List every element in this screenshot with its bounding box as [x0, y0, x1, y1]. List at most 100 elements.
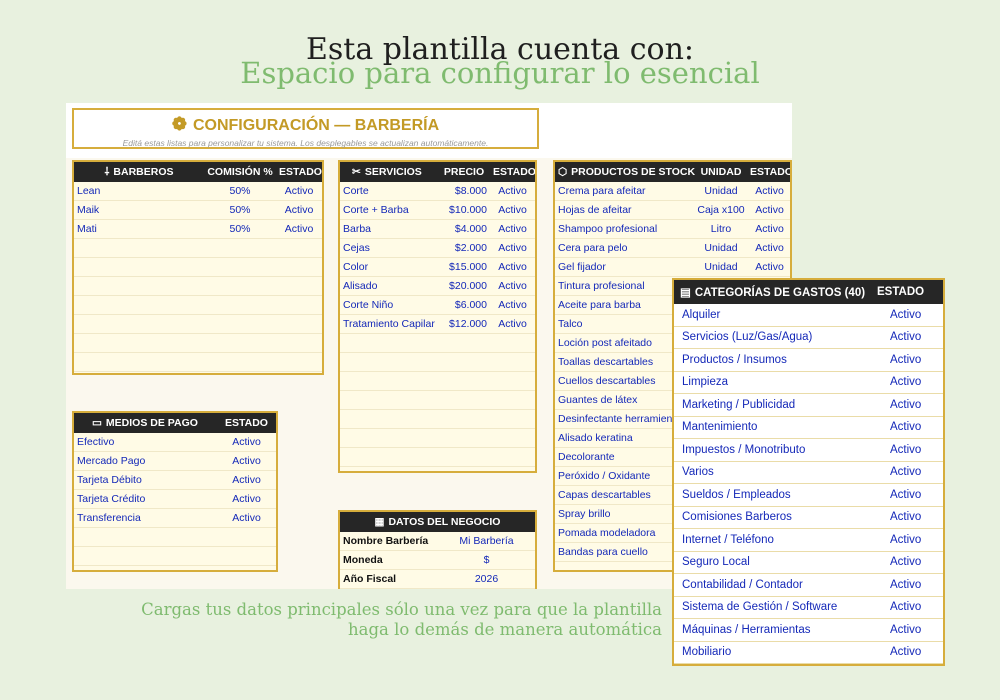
estado-cell[interactable]: Activo	[880, 646, 943, 658]
table-row[interactable]: Corte + Barba $10.000 Activo	[340, 201, 535, 220]
table-row[interactable]: Seguro Local Activo	[674, 552, 943, 574]
dato-value-cell[interactable]: Mi Barbería	[438, 535, 535, 547]
estado-cell[interactable]: Activo	[490, 223, 535, 235]
medio-pago-cell[interactable]: Efectivo	[74, 436, 219, 448]
estado-cell[interactable]: Activo	[219, 474, 274, 486]
producto-name-cell[interactable]: Hojas de afeitar	[555, 204, 693, 216]
producto-name-cell[interactable]: Crema para afeitar	[555, 185, 693, 197]
gasto-category-cell[interactable]: Máquinas / Herramientas	[674, 624, 880, 636]
table-row[interactable]: Shampoo profesional Litro Activo	[555, 220, 790, 239]
table-row[interactable]: Alisado $20.000 Activo	[340, 277, 535, 296]
estado-cell[interactable]: Activo	[749, 204, 790, 216]
gasto-category-cell[interactable]: Impuestos / Monotributo	[674, 444, 880, 456]
dato-value-cell[interactable]: $	[438, 554, 535, 566]
estado-cell[interactable]: Activo	[880, 421, 943, 433]
estado-cell[interactable]: Activo	[880, 556, 943, 568]
table-row[interactable]: Moneda $	[340, 551, 535, 570]
estado-cell[interactable]: Activo	[880, 444, 943, 456]
estado-cell[interactable]: Activo	[880, 331, 943, 343]
gasto-category-cell[interactable]: Productos / Insumos	[674, 354, 880, 366]
table-row[interactable]: Año Fiscal 2026	[340, 570, 535, 589]
table-row[interactable]	[74, 239, 322, 258]
gasto-category-cell[interactable]: Sistema de Gestión / Software	[674, 601, 880, 613]
table-row[interactable]: Mercado Pago Activo	[74, 452, 276, 471]
table-row[interactable]: Mobiliario Activo	[674, 642, 943, 664]
estado-cell[interactable]: Activo	[749, 223, 790, 235]
dato-label-cell[interactable]: Año Fiscal	[340, 573, 438, 585]
estado-cell[interactable]: Activo	[276, 185, 322, 197]
table-row[interactable]: Lean 50% Activo	[74, 182, 322, 201]
estado-cell[interactable]: Activo	[880, 624, 943, 636]
table-row[interactable]: Cera para pelo Unidad Activo	[555, 239, 790, 258]
table-row[interactable]: Hojas de afeitar Caja x100 Activo	[555, 201, 790, 220]
dato-label-cell[interactable]: Nombre Barbería	[340, 535, 438, 547]
estado-cell[interactable]: Activo	[880, 579, 943, 591]
estado-cell[interactable]: Activo	[880, 309, 943, 321]
table-row[interactable]: Máquinas / Herramientas Activo	[674, 619, 943, 642]
gasto-category-cell[interactable]: Limpieza	[674, 376, 880, 388]
estado-cell[interactable]: Activo	[880, 399, 943, 411]
table-row[interactable]: Crema para afeitar Unidad Activo	[555, 182, 790, 201]
gasto-category-cell[interactable]: Seguro Local	[674, 556, 880, 568]
estado-cell[interactable]: Activo	[219, 512, 274, 524]
unidad-cell[interactable]: Caja x100	[693, 204, 749, 216]
table-row[interactable]: Comisiones Barberos Activo	[674, 507, 943, 529]
precio-cell[interactable]: $6.000	[440, 299, 490, 311]
table-row[interactable]	[340, 391, 535, 410]
estado-cell[interactable]: Activo	[749, 261, 790, 273]
estado-cell[interactable]: Activo	[490, 204, 535, 216]
gasto-category-cell[interactable]: Alquiler	[674, 309, 880, 321]
gasto-category-cell[interactable]: Comisiones Barberos	[674, 511, 880, 523]
estado-cell[interactable]: Activo	[276, 223, 322, 235]
servicio-name-cell[interactable]: Corte	[340, 185, 440, 197]
medio-pago-cell[interactable]: Tarjeta Débito	[74, 474, 219, 486]
table-row[interactable]: Servicios (Luz/Gas/Agua) Activo	[674, 327, 943, 349]
estado-cell[interactable]: Activo	[219, 436, 274, 448]
table-row[interactable]	[74, 258, 322, 277]
barbero-name-cell[interactable]: Lean	[74, 185, 204, 197]
precio-cell[interactable]: $2.000	[440, 242, 490, 254]
estado-cell[interactable]: Activo	[880, 489, 943, 501]
precio-cell[interactable]: $4.000	[440, 223, 490, 235]
gasto-category-cell[interactable]: Marketing / Publicidad	[674, 399, 880, 411]
table-row[interactable]: Barba $4.000 Activo	[340, 220, 535, 239]
estado-cell[interactable]: Activo	[880, 511, 943, 523]
table-row[interactable]	[74, 315, 322, 334]
barbero-name-cell[interactable]: Maik	[74, 204, 204, 216]
table-row[interactable]	[340, 334, 535, 353]
producto-name-cell[interactable]: Shampoo profesional	[555, 223, 693, 235]
table-row[interactable]: Tarjeta Crédito Activo	[74, 490, 276, 509]
producto-name-cell[interactable]: Cera para pelo	[555, 242, 693, 254]
table-row[interactable]: Nombre Barbería Mi Barbería	[340, 532, 535, 551]
dato-label-cell[interactable]: Moneda	[340, 554, 438, 566]
table-row[interactable]: Corte Niño $6.000 Activo	[340, 296, 535, 315]
table-row[interactable]: Tarjeta Débito Activo	[74, 471, 276, 490]
table-row[interactable]: Marketing / Publicidad Activo	[674, 394, 943, 417]
gasto-category-cell[interactable]: Contabilidad / Contador	[674, 579, 880, 591]
estado-cell[interactable]: Activo	[749, 185, 790, 197]
precio-cell[interactable]: $8.000	[440, 185, 490, 197]
unidad-cell[interactable]: Unidad	[693, 261, 749, 273]
comision-cell[interactable]: 50%	[204, 185, 276, 197]
estado-cell[interactable]: Activo	[880, 534, 943, 546]
servicio-name-cell[interactable]: Alisado	[340, 280, 440, 292]
table-row[interactable]: Cejas $2.000 Activo	[340, 239, 535, 258]
estado-cell[interactable]: Activo	[219, 493, 274, 505]
estado-cell[interactable]: Activo	[490, 299, 535, 311]
precio-cell[interactable]: $20.000	[440, 280, 490, 292]
table-row[interactable]: Productos / Insumos Activo	[674, 349, 943, 372]
dato-value-cell[interactable]: 2026	[438, 573, 535, 585]
comision-cell[interactable]: 50%	[204, 223, 276, 235]
table-row[interactable]: Contabilidad / Contador Activo	[674, 574, 943, 597]
precio-cell[interactable]: $12.000	[440, 318, 490, 330]
estado-cell[interactable]: Activo	[490, 280, 535, 292]
table-row[interactable]	[340, 353, 535, 372]
table-row[interactable]: Impuestos / Monotributo Activo	[674, 439, 943, 462]
precio-cell[interactable]: $15.000	[440, 261, 490, 273]
table-row[interactable]: Efectivo Activo	[74, 433, 276, 452]
estado-cell[interactable]: Activo	[880, 601, 943, 613]
servicio-name-cell[interactable]: Corte + Barba	[340, 204, 440, 216]
table-row[interactable]	[74, 296, 322, 315]
table-row[interactable]: Color $15.000 Activo	[340, 258, 535, 277]
table-row[interactable]	[74, 528, 276, 547]
